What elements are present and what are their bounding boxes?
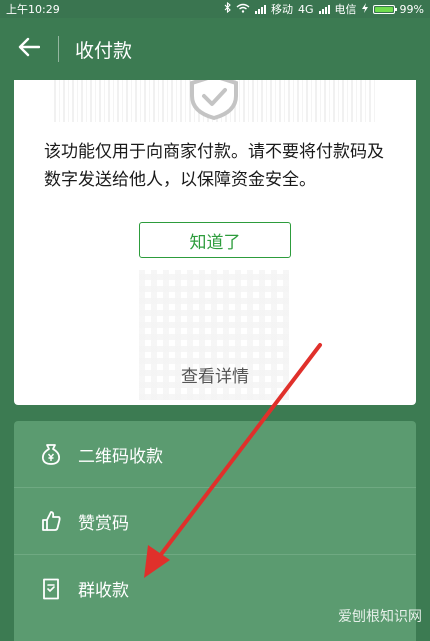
arrow-left-icon xyxy=(18,37,41,61)
shield-check-icon xyxy=(186,80,242,121)
charging-icon xyxy=(361,2,368,16)
menu-item-qr-receive[interactable]: 二维码收款 xyxy=(14,421,416,488)
nav-bar: 收付款 xyxy=(0,18,430,80)
signal-icon xyxy=(255,4,267,14)
site-watermark: 爱刨根知识网 xyxy=(338,606,422,626)
menu-item-label: 二维码收款 xyxy=(78,446,163,467)
carrier-1: 移动 xyxy=(271,3,294,16)
status-bar: 上午10:29 移动 4G 电信 99% xyxy=(0,0,430,18)
menu-item-appreciation-code[interactable]: 赞赏码 xyxy=(14,488,416,555)
nav-divider xyxy=(58,36,59,62)
status-icons: 移动 4G 电信 99% xyxy=(224,1,424,17)
carrier-2: 电信 xyxy=(334,3,357,16)
watermark-text: 爱刨根知识网 xyxy=(338,609,422,625)
signal-icon-2 xyxy=(318,4,330,14)
money-bag-icon xyxy=(38,441,64,467)
menu-item-label: 群收款 xyxy=(78,581,129,601)
bluetooth-icon xyxy=(224,1,231,16)
menu-item-label: 赞赏码 xyxy=(78,513,129,534)
back-button[interactable] xyxy=(0,18,58,80)
battery-icon xyxy=(372,4,397,14)
thumbs-up-icon xyxy=(38,508,64,534)
battery-level: 99% xyxy=(399,2,424,16)
network-type: 4G xyxy=(298,2,314,16)
document-check-icon xyxy=(38,576,64,602)
status-time: 上午10:29 xyxy=(6,3,60,16)
view-details-link[interactable]: 查看详情 xyxy=(14,362,416,387)
wifi-icon xyxy=(236,3,250,16)
payment-code-card: 该功能仅用于向商家付款。请不要将付款码及数字发送给他人，以保障资金安全。 知道了… xyxy=(14,80,416,405)
security-notice: 该功能仅用于向商家付款。请不要将付款码及数字发送给他人，以保障资金安全。 xyxy=(44,142,384,190)
got-it-button[interactable]: 知道了 xyxy=(139,222,291,258)
page-title: 收付款 xyxy=(75,39,133,62)
